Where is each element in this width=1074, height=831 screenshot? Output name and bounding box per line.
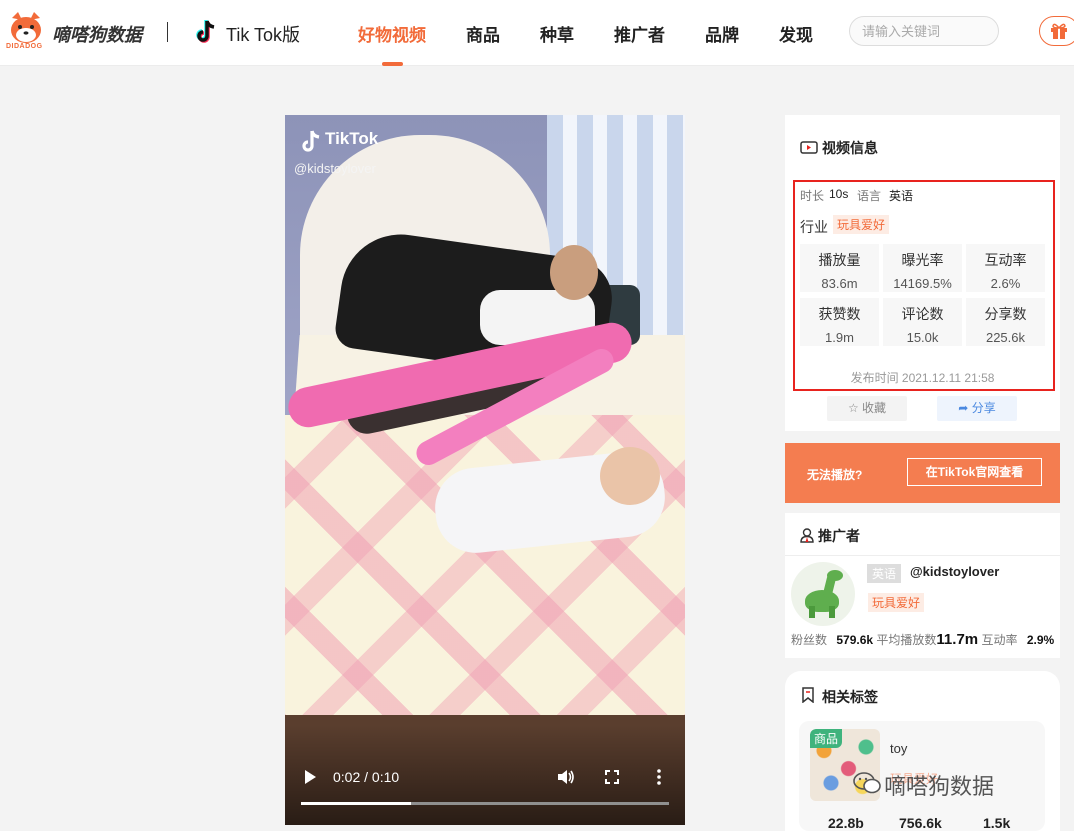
header-divider [167,22,168,42]
industry-tag[interactable]: 玩具爱好 [833,215,890,234]
video-frame-head [550,245,598,300]
favorite-label: 收藏 [862,401,887,415]
wechat-icon [853,772,881,794]
stat-value: 2.6% [990,276,1021,291]
language-label: 语言 [857,189,882,203]
duration-label: 时长 [800,189,825,203]
stat-value: 83.6m [821,276,858,291]
promoter-divider [785,555,1060,556]
industry-label: 行业 [800,219,828,235]
stat-value: 15.0k [906,330,939,345]
tag-name: toy [890,741,908,756]
avatar-dino-head [827,570,843,581]
publish-time: 发布时间 2021.12.11 21:58 [850,371,995,385]
video-info-title: 视频信息 [822,140,878,156]
cannot-play-text: 无法播放? [807,468,863,482]
bookmark-icon [802,687,814,703]
stat-value: 225.6k [985,330,1026,345]
gift-icon [1051,23,1067,39]
platform-label: Tik Tok版 [226,25,301,45]
watermark-text: 嘀嗒狗数据 [884,774,995,799]
gift-button[interactable] [1039,16,1074,46]
stat-comments: 评论数 15.0k [883,298,962,346]
play-icon[interactable] [303,769,317,785]
wechat-watermark: 嘀嗒狗数据 [852,766,1052,802]
video-frame-baby-head [600,447,660,505]
promoter-title: 推广者 [818,528,860,544]
share-label: 分享 [971,401,996,415]
video-progress-bar[interactable] [301,802,669,805]
nav-products[interactable]: 商品 [466,21,500,46]
tag-stat-3: 1.5k [983,815,1011,831]
engagement-label: 互动率 [981,633,1018,647]
promoter-stats: 粉丝数 579.6k 平均播放数11.7m 互动率 2.9% [791,631,1054,648]
video-player[interactable]: TikTok @kidstoylover 0:02 / 0:10 [285,115,685,825]
top-header: DIDADOG 嘀嗒狗数据 Tik Tok版 好物视频 商品 种草 推广者 品牌… [0,0,1074,66]
duration-value: 10s [829,187,849,201]
tag-stat-2: 756.6k [899,815,942,831]
stat-label: 互动率 [984,252,1027,268]
avg-plays-value: 11.7m [936,631,979,648]
stat-label: 获赞数 [818,306,861,322]
engagement-value: 2.9% [1026,633,1055,647]
tiktok-watermark: TikTok [325,129,379,148]
stat-shares: 分享数 225.6k [966,298,1045,346]
avatar-dino-leg [809,606,815,618]
share-icon: ➦ [958,401,969,415]
fans-label: 粉丝数 [791,633,828,647]
brand-name[interactable]: 嘀嗒狗数据 [52,21,142,47]
nav-good-videos[interactable]: 好物视频 [358,21,426,46]
product-badge: 商品 [810,729,843,748]
promoter-panel: 推广者 英语 @kidstoylover 玩具爱好 粉丝数 579.6k 平均播… [785,513,1060,658]
favorite-button[interactable]: ☆ 收藏 [827,396,907,421]
language-badge: 英语 [867,564,902,583]
user-icon [800,528,814,543]
nav-discover[interactable]: 发现 [779,21,813,46]
promoter-category-tag[interactable]: 玩具爱好 [868,593,925,612]
more-options-icon[interactable] [656,769,662,785]
stat-engagement: 互动率 2.6% [966,244,1045,292]
tiktok-icon [196,20,215,43]
promoter-handle[interactable]: @kidstoylover [910,564,999,579]
active-nav-indicator [382,62,403,66]
nav-seeding[interactable]: 种草 [540,21,574,46]
star-icon: ☆ [847,401,859,415]
nav-brands[interactable]: 品牌 [705,21,739,46]
nav-promoters[interactable]: 推广者 [614,21,665,46]
search-input[interactable] [849,16,999,46]
tiktok-watermark-icon [302,130,320,152]
logo-subtext: DIDADOG [6,43,43,50]
video-info-highlight-box: 时长 10s 语言 英语 行业 玩具爱好 播放量 83.6m 曝光率 14169… [793,180,1055,391]
video-handle: @kidstoylover [294,161,376,176]
volume-icon[interactable] [557,769,575,785]
fans-value: 579.6k [836,633,874,647]
tag-stat-1: 22.8b [828,815,864,831]
stat-likes: 获赞数 1.9m [800,298,879,346]
avatar-dino-leg [829,606,835,618]
avg-plays-label: 平均播放数 [876,633,937,647]
view-on-tiktok-button[interactable]: 在TikTok官网查看 [907,458,1042,486]
cannot-play-banner: 无法播放? 在TikTok官网查看 [785,443,1060,503]
stat-label: 播放量 [818,252,861,268]
stat-value: 1.9m [825,330,854,345]
stat-label: 评论数 [901,306,944,322]
video-info-panel: 视频信息 时长 10s 语言 英语 行业 玩具爱好 播放量 83.6m 曝光率 … [785,115,1060,431]
related-tags-panel: 相关标签 商品 toy 玩具爱好 22.8b 756.6k 1.5k [785,671,1060,831]
stat-label: 分享数 [984,306,1027,322]
related-tags-title: 相关标签 [822,689,878,705]
language-value: 英语 [889,189,914,203]
fullscreen-icon[interactable] [605,770,619,784]
share-button[interactable]: ➦ 分享 [937,396,1017,421]
video-progress-fill [301,802,412,805]
stat-label: 曝光率 [901,252,944,268]
stat-exposure: 曝光率 14169.5% [883,244,962,292]
video-icon [800,141,818,154]
video-time: 0:02 / 0:10 [333,769,400,785]
avatar[interactable] [791,562,855,626]
stat-plays: 播放量 83.6m [800,244,879,292]
stat-value: 14169.5% [893,276,952,291]
